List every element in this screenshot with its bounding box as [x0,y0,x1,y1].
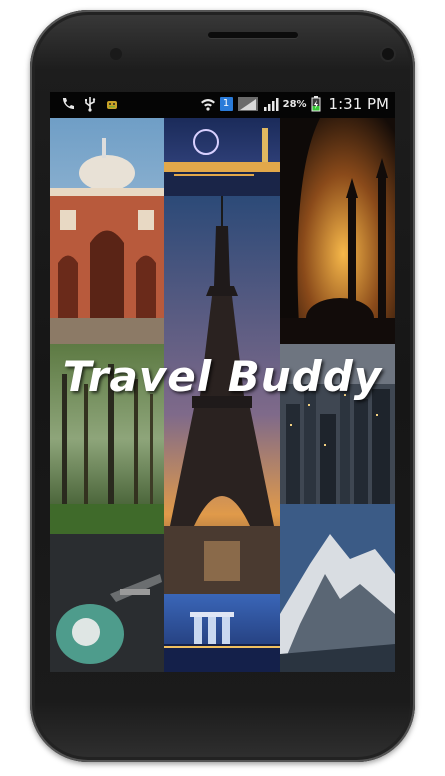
tile-snowy-mountain [280,504,395,672]
phone-icon [60,96,76,112]
cellular-signal-icon [263,96,279,112]
tile-humayuns-tomb [50,118,164,344]
wifi-badge: 1 [219,97,233,111]
battery-percent: 28% [282,98,307,110]
screen: 1 28% 1:31 PM Travel Buddy [50,92,395,672]
front-camera [382,48,394,60]
tile-marina-bay [164,594,280,672]
tile-mosque-sunset [280,118,395,344]
usb-icon [82,96,98,112]
battery-charging-icon [311,96,321,112]
earpiece-speaker [208,32,298,38]
tile-london-skyline [164,118,280,196]
tile-vintage-scooter [50,534,164,672]
app-title: Travel Buddy [62,352,383,401]
android-debug-icon [104,96,120,112]
proximity-sensor [110,48,122,60]
wifi-icon [200,96,216,112]
signal-icon [237,96,259,112]
status-bar: 1 28% 1:31 PM [50,92,395,118]
clock: 1:31 PM [328,95,389,113]
